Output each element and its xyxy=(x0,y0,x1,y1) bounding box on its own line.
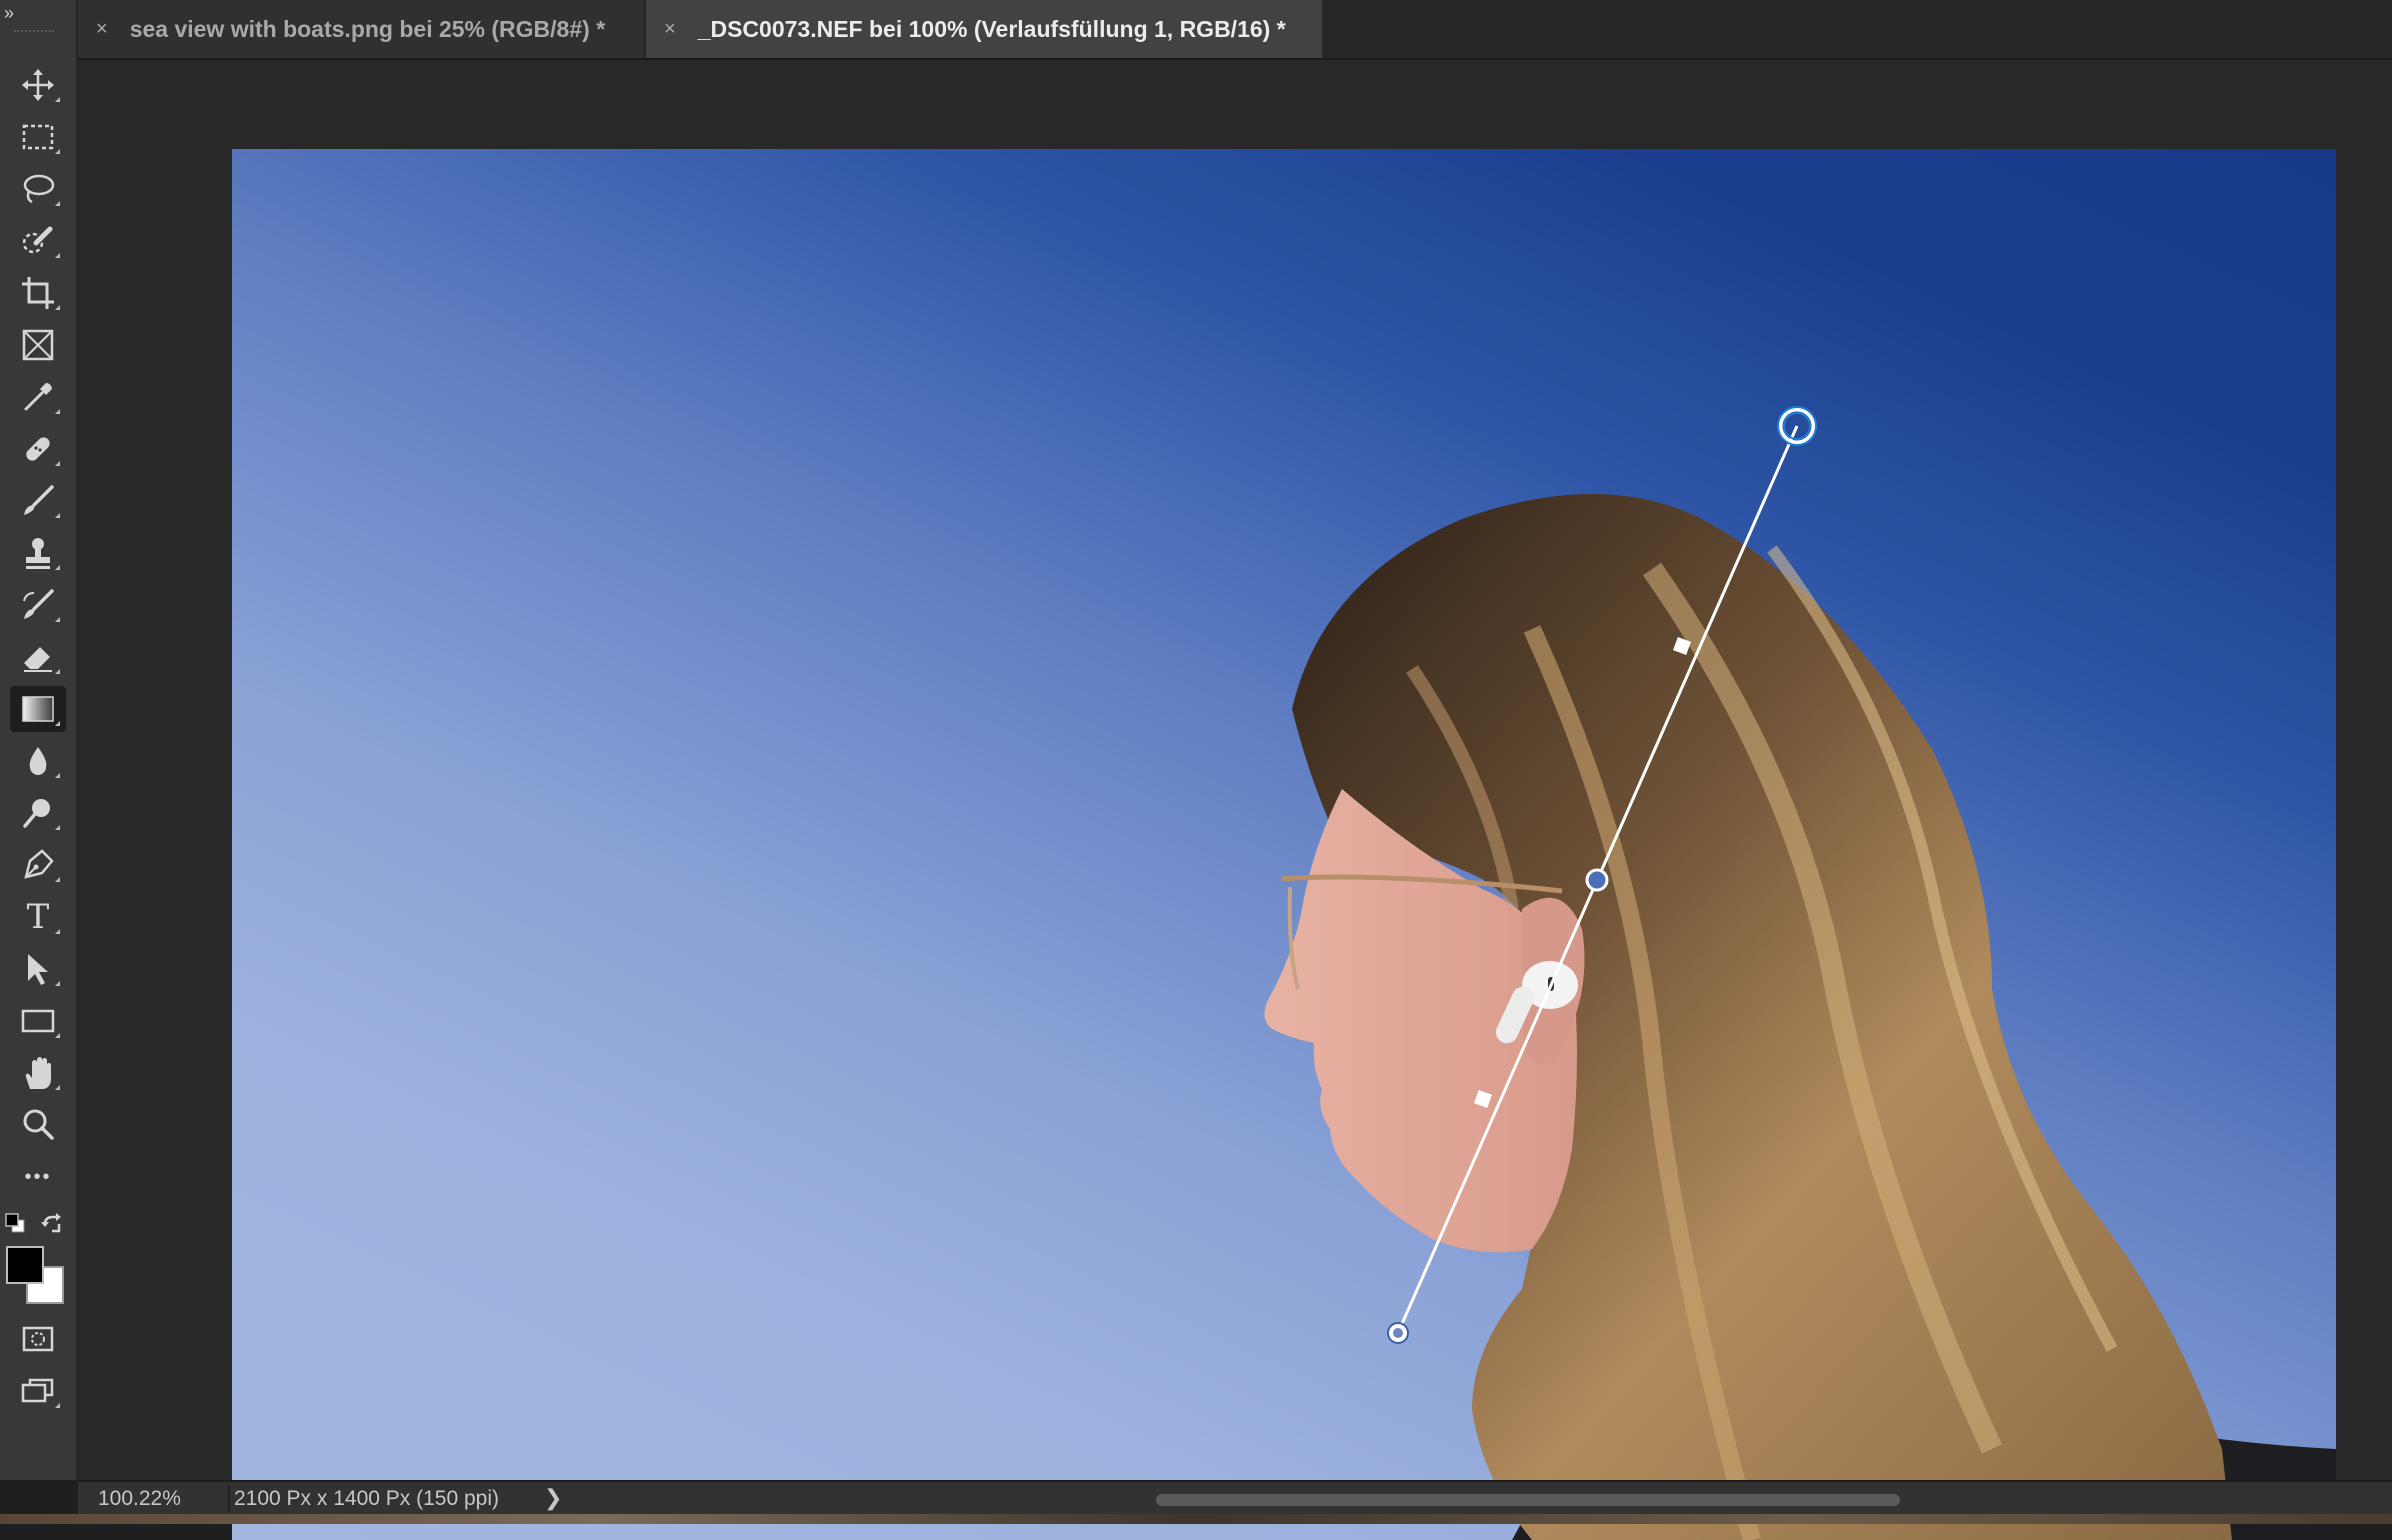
eyedropper-tool[interactable] xyxy=(10,374,66,420)
chevron-right-icon[interactable]: ❯ xyxy=(544,1485,562,1511)
type-icon: T xyxy=(26,897,50,937)
crop-icon xyxy=(22,277,54,309)
zoom-level[interactable]: 100.22% xyxy=(98,1487,228,1511)
rectangle-tool[interactable] xyxy=(10,998,66,1044)
document-tab-bar: × sea view with boats.png bei 25% (RGB/8… xyxy=(78,0,2392,60)
quick-selection-tool[interactable] xyxy=(10,218,66,264)
pen-tool[interactable] xyxy=(10,842,66,888)
screen-mode-icon xyxy=(21,1378,54,1403)
history-brush-tool[interactable] xyxy=(10,582,66,628)
eraser-tool[interactable] xyxy=(10,634,66,680)
frame-tool[interactable] xyxy=(10,322,66,368)
panel-grip[interactable] xyxy=(14,30,54,36)
move-icon xyxy=(22,69,54,101)
healing-brush-tool[interactable] xyxy=(10,426,66,472)
quick-mask-button[interactable] xyxy=(10,1316,66,1362)
dodge-icon xyxy=(23,799,50,828)
image-canvas[interactable] xyxy=(232,149,2336,1540)
dodge-tool[interactable] xyxy=(10,790,66,836)
crop-tool[interactable] xyxy=(10,270,66,316)
arrow-icon xyxy=(28,954,48,985)
tab-label: _DSC0073.NEF bei 100% (Verlaufsfüllung 1… xyxy=(697,15,1286,42)
brush-tool[interactable] xyxy=(10,478,66,524)
status-bar: 100.22% 2100 Px x 1400 Px (150 ppi) ❯ xyxy=(78,1480,2392,1516)
close-icon[interactable]: × xyxy=(664,18,676,41)
zoom-tool[interactable] xyxy=(10,1102,66,1148)
stamp-icon xyxy=(26,538,50,569)
marquee-icon xyxy=(22,124,54,150)
gradient-icon xyxy=(22,696,54,722)
move-tool[interactable] xyxy=(10,62,66,108)
drop-icon xyxy=(29,747,47,775)
eraser-icon xyxy=(24,647,52,672)
blur-tool[interactable] xyxy=(10,738,66,784)
more-tools[interactable]: ••• xyxy=(10,1154,66,1200)
tab-dsc0073[interactable]: × _DSC0073.NEF bei 100% (Verlaufsfüllung… xyxy=(646,0,1322,58)
path-selection-tool[interactable] xyxy=(10,946,66,992)
document-info: 2100 Px x 1400 Px (150 ppi) xyxy=(234,1487,500,1510)
rectangular-marquee-tool[interactable] xyxy=(10,114,66,160)
quick-mask-icon xyxy=(22,1326,54,1352)
gradient-stop-marker[interactable] xyxy=(1474,1090,1492,1108)
gradient-tool[interactable] xyxy=(10,686,66,732)
tab-label: sea view with boats.png bei 25% (RGB/8#)… xyxy=(129,15,606,42)
horizontal-scrollbar[interactable] xyxy=(1156,1494,1900,1506)
gradient-stop-marker[interactable] xyxy=(1673,637,1691,655)
history-brush-icon xyxy=(23,589,54,619)
screen-mode-button[interactable] xyxy=(10,1368,66,1414)
frame-icon xyxy=(22,329,54,361)
brush-icon xyxy=(24,485,54,515)
tools-panel: » T ••• xyxy=(0,0,78,1480)
foreground-color-swatch[interactable] xyxy=(6,1246,44,1284)
eyedropper-icon xyxy=(24,383,52,411)
desktop-background-strip xyxy=(0,1514,2392,1524)
lasso-icon xyxy=(23,174,55,204)
collapse-panel-icon[interactable]: » xyxy=(4,2,34,24)
zoom-icon xyxy=(23,1109,54,1140)
quick-selection-icon xyxy=(22,226,53,254)
hand-icon xyxy=(25,1057,51,1089)
swap-colors-icon[interactable] xyxy=(40,1212,64,1236)
clone-stamp-tool[interactable] xyxy=(10,530,66,576)
status-separator xyxy=(228,1486,230,1512)
bandage-icon xyxy=(26,437,50,461)
hand-tool[interactable] xyxy=(10,1050,66,1096)
gradient-midpoint-handle[interactable] xyxy=(1585,868,1609,892)
type-tool[interactable]: T xyxy=(10,894,66,940)
pen-icon xyxy=(24,849,54,879)
rectangle-icon xyxy=(21,1009,55,1033)
tab-sea-view[interactable]: × sea view with boats.png bei 25% (RGB/8… xyxy=(78,0,644,58)
document-workspace[interactable] xyxy=(78,60,2392,1540)
default-colors-icon[interactable] xyxy=(4,1212,26,1234)
lasso-tool[interactable] xyxy=(10,166,66,212)
gradient-control-overlay xyxy=(1387,406,1817,1344)
close-icon[interactable]: × xyxy=(96,18,108,41)
ellipsis-icon: ••• xyxy=(24,1165,52,1188)
